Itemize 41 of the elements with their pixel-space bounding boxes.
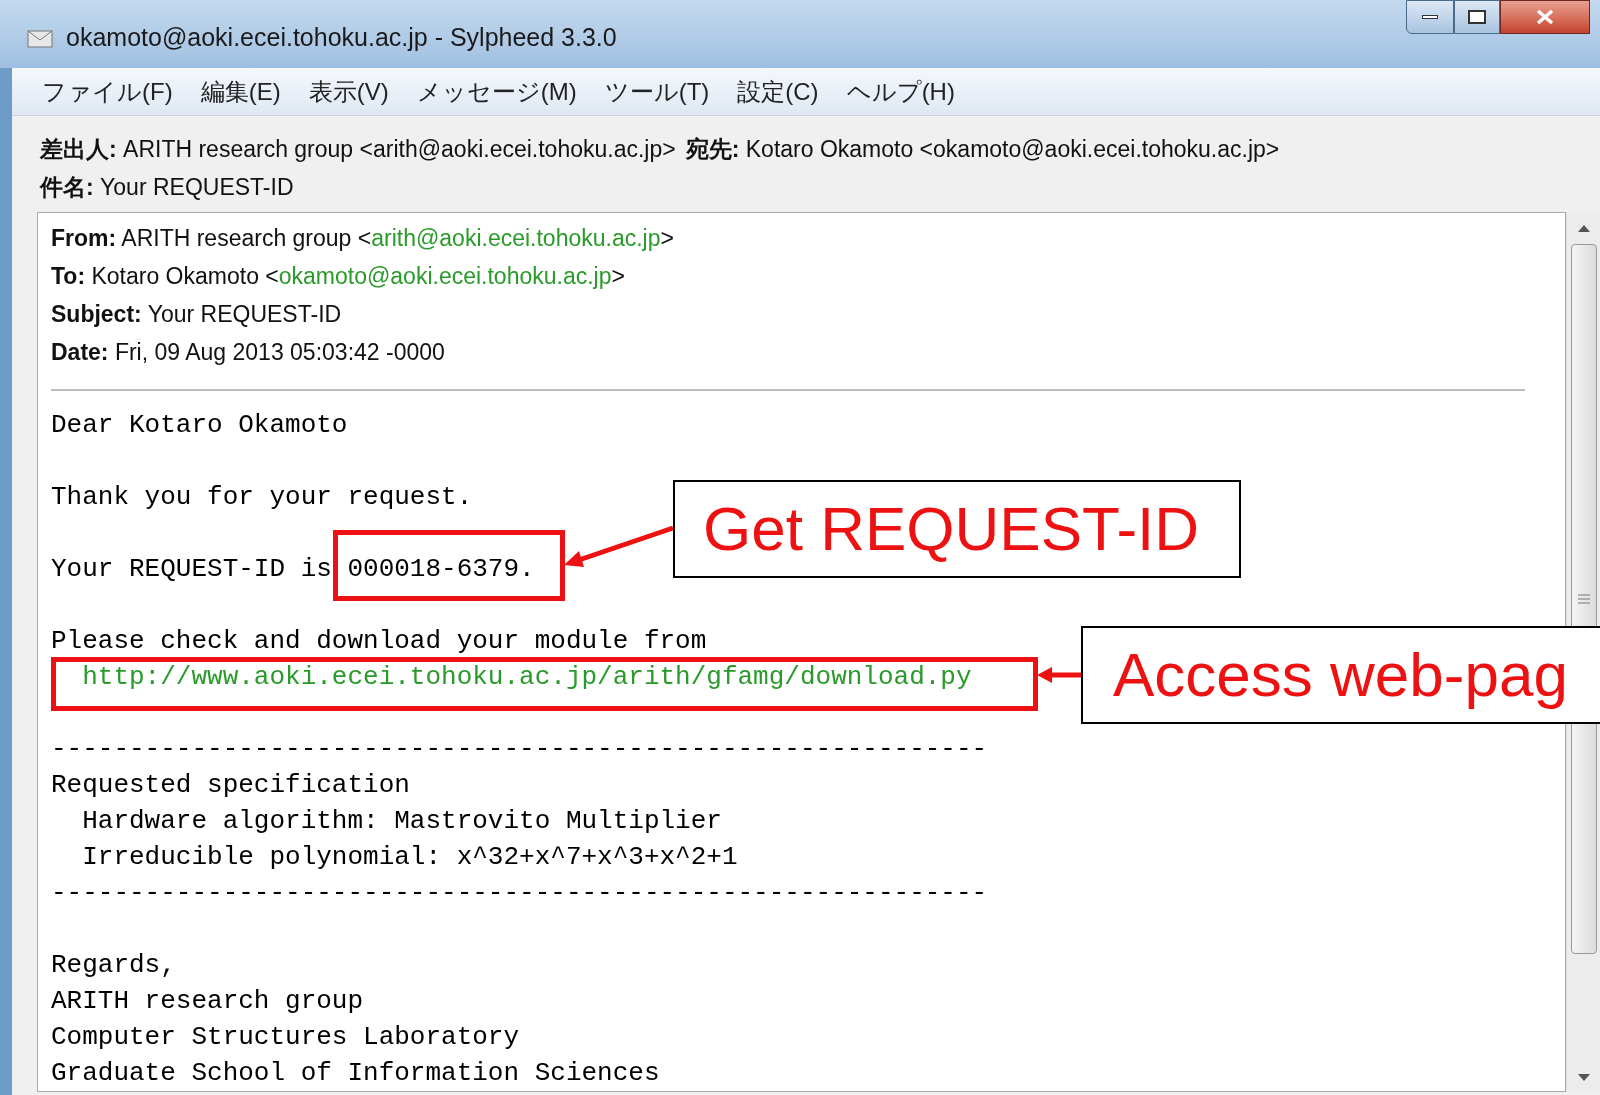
menu-item[interactable]: ヘルプ(H) (846, 73, 955, 110)
menu-item[interactable]: 設定(C) (737, 73, 819, 110)
body-text-line: ------------------------------------------------------------ (51, 877, 988, 910)
close-button[interactable] (1500, 0, 1590, 34)
body-text-line: Requested specification (51, 769, 410, 802)
menu-item[interactable]: ツール(T) (604, 73, 710, 110)
mail-icon (26, 27, 54, 49)
window-title: okamoto@aoki.ecei.tohoku.ac.jp - Sylpheed 3.3.0 (66, 22, 617, 54)
maximize-icon (1468, 10, 1486, 24)
menu-item[interactable]: 編集(E) (200, 73, 281, 110)
maximize-button[interactable] (1454, 0, 1500, 34)
menu-item[interactable]: ファイル(F) (42, 73, 173, 110)
body-text-line: Irreducible polynomial: x^32+x^7+x^3+x^2+1 (81, 841, 738, 874)
minimize-icon (1422, 15, 1438, 19)
body-text-line: ------------------------------------------------------------ (51, 733, 988, 766)
body-text-line: Regards, (51, 949, 176, 982)
callout-text: Get REQUEST-ID (703, 498, 1200, 560)
body-text-line: Hardware algorithm: Mastrovito Multiplier (81, 805, 722, 838)
body-text-line: Your REQUEST-ID is 000018-6379. (51, 553, 535, 586)
url-link[interactable]: http://www.aoki.ecei.tohoku.ac.jp/arith/gfamg/download.py (51, 659, 972, 695)
scroll-down-icon[interactable] (1577, 1074, 1590, 1082)
body-text-line: Thank you for your request. (51, 481, 473, 514)
body-text-line: Dear Kotaro Okamoto (51, 409, 348, 442)
header-field: 差出人: ARITH research group <arith@aoki.ecei.tohoku.ac.jp> (40, 131, 676, 167)
message-header-line: From: ARITH research group <arith@aoki.ecei.tohoku.ac.jp> (51, 223, 674, 253)
body-text-line: Graduate School of Information Sciences (51, 1057, 660, 1090)
message-header-line: Subject: Your REQUEST-ID (51, 299, 342, 329)
grip-icon (1577, 594, 1590, 604)
menu-item[interactable]: 表示(V) (308, 73, 389, 110)
body-text-line: ARITH research group (51, 985, 364, 1018)
body-text-line: Please check and download your module from (51, 625, 707, 658)
minimize-button[interactable] (1406, 0, 1454, 34)
header-field: 宛先: Kotaro Okamoto <okamoto@aoki.ecei.tohoku.ac.jp> (685, 131, 1280, 167)
message-header-line: Date: Fri, 09 Aug 2013 05:03:42 -0000 (51, 337, 445, 367)
body-text-line: Computer Structures Laboratory (51, 1021, 520, 1054)
pointer-arrow (1036, 665, 1082, 685)
message-header-line: To: Kotaro Okamoto <okamoto@aoki.ecei.tohoku.ac.jp> (51, 261, 625, 291)
scroll-up-icon[interactable] (1577, 224, 1590, 232)
menu-item[interactable]: メッセージ(M) (416, 73, 577, 110)
header-field: 件名: Your REQUEST-ID (40, 169, 294, 205)
close-icon (1536, 9, 1554, 25)
